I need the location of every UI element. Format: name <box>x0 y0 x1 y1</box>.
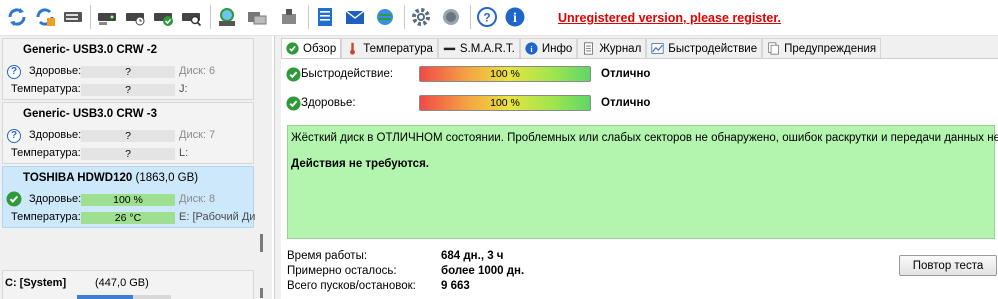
smart-icon <box>443 47 456 51</box>
health-label: Здоровье: <box>301 97 356 109</box>
tab-temperature[interactable]: Температура <box>341 38 438 58</box>
check-circle-icon <box>286 96 301 111</box>
unknown-status-icon: ? <box>7 129 21 143</box>
start-stop-value: 9 663 <box>441 280 470 292</box>
tab-overview[interactable]: Обзор <box>281 38 342 58</box>
performance-meter: 100 % <box>419 66 591 82</box>
disk-settings-icon[interactable] <box>94 4 120 30</box>
disk-number: Диск: 7 <box>179 129 216 141</box>
sound-icon[interactable] <box>438 4 464 30</box>
toolbar: ? i Unregistered version, please registe… <box>0 0 998 36</box>
disk-name: Generic- USB3.0 CRW -3 <box>23 108 157 120</box>
disk-card-selected[interactable]: TOSHIBA HDWD120 (1863,0 GB) Здоровье: 10… <box>2 166 256 228</box>
unregistered-link[interactable]: Unregistered version, please register. <box>558 11 781 25</box>
health-value: ? <box>81 66 175 78</box>
gear-icon[interactable] <box>408 4 434 30</box>
performance-label: Быстродействие: <box>301 68 394 80</box>
help-icon[interactable]: ? <box>474 4 500 30</box>
disk-number: Диск: 8 <box>179 193 216 205</box>
volume-item[interactable]: C: [System] (447,0 GB) <box>2 270 254 299</box>
svg-text:i: i <box>513 11 517 26</box>
disk-search-icon[interactable] <box>178 4 204 30</box>
disk-timer-icon[interactable] <box>122 4 148 30</box>
network-icon[interactable] <box>372 4 398 30</box>
uptime-label: Время работы: <box>287 250 368 262</box>
details-pane: Обзор Температура S.M.A.R.T. i Инфо Журн… <box>274 36 998 299</box>
refresh-all-icon[interactable] <box>32 4 58 30</box>
disk-name: Generic- USB3.0 CRW -2 <box>23 44 157 56</box>
tab-label: Предупреждения <box>784 42 877 55</box>
temperature-label: Температура: <box>11 83 81 95</box>
log-icon <box>584 42 594 55</box>
check-circle-icon <box>286 67 301 82</box>
volume-size: (447,0 GB) <box>95 277 149 289</box>
health-verdict: Отлично <box>601 97 651 109</box>
temperature-value: ? <box>81 84 175 96</box>
temperature-value: 26 °C <box>81 212 175 224</box>
temperature-label: Температура: <box>11 147 81 159</box>
disk-size: (1863,0 GB) <box>135 172 199 184</box>
start-stop-label: Всего пусков/остановок: <box>287 280 416 292</box>
check-circle-icon <box>6 191 22 207</box>
check-circle-icon <box>286 42 299 55</box>
tab-info[interactable]: i Инфо <box>519 38 578 58</box>
volume-list-scrollbar[interactable] <box>260 288 263 298</box>
drive-letter: L: <box>179 147 189 159</box>
disk-list-pane: Generic- USB3.0 CRW -2 ? Здоровье: ? Дис… <box>0 36 272 299</box>
temperature-value: ? <box>81 148 175 160</box>
health-label: Здоровье: <box>29 129 82 141</box>
chart-icon <box>651 43 664 54</box>
disk-check-icon[interactable] <box>150 4 176 30</box>
info-icon: i <box>525 42 538 55</box>
status-message: Жёсткий диск в ОТЛИЧНОМ состоянии. Пробл… <box>291 132 998 144</box>
disk-info-icon[interactable] <box>60 4 86 30</box>
disk-card[interactable]: Generic- USB3.0 CRW -2 ? Здоровье: ? Дис… <box>2 38 254 100</box>
tab-performance[interactable]: Быстродействие <box>646 38 763 58</box>
disk-name: TOSHIBA HDWD120 (1863,0 GB) <box>23 172 199 184</box>
drive-letter: E: [Рабочий Ди <box>179 211 256 223</box>
action-message: Действия не требуются. <box>291 158 429 170</box>
tab-label: Журнал <box>599 42 642 55</box>
remaining-label: Примерно осталось: <box>287 265 397 277</box>
overview-panel: Быстродействие: 100 % Отлично Здоровье: … <box>281 58 998 299</box>
health-value: 100 % <box>81 194 175 206</box>
disk-card[interactable]: Generic- USB3.0 CRW -3 ? Здоровье: ? Дис… <box>2 102 254 164</box>
tab-smart[interactable]: S.M.A.R.T. <box>437 38 520 58</box>
health-value: ? <box>81 130 175 142</box>
thermometer-icon <box>350 42 356 55</box>
refresh-icon[interactable] <box>4 4 30 30</box>
notes-icon[interactable] <box>312 4 338 30</box>
retest-button[interactable]: Повтор теста <box>899 255 997 276</box>
performance-verdict: Отлично <box>601 68 651 80</box>
disk-copy-icon[interactable] <box>244 4 270 30</box>
drive-letter: J: <box>179 83 188 95</box>
temperature-label: Температура: <box>11 211 81 223</box>
unknown-status-icon: ? <box>7 65 21 79</box>
tab-log[interactable]: Журнал <box>577 38 647 58</box>
disk-number: Диск: 6 <box>179 65 216 77</box>
tab-label: Инфо <box>541 42 573 55</box>
disk-remove-icon[interactable] <box>276 4 302 30</box>
tab-label: Быстродействие <box>668 42 758 55</box>
health-label: Здоровье: <box>29 193 82 205</box>
info-icon[interactable]: i <box>502 4 528 30</box>
network-disk-icon[interactable] <box>214 4 240 30</box>
disk-list-scrollbar[interactable] <box>260 234 263 252</box>
tab-bar: Обзор Температура S.M.A.R.T. i Инфо Журн… <box>281 38 882 58</box>
tab-label: Температура <box>363 42 433 55</box>
status-message-box: Жёсткий диск в ОТЛИЧНОМ состоянии. Пробл… <box>287 125 998 239</box>
health-meter: 100 % <box>419 95 591 111</box>
mail-icon[interactable] <box>342 4 368 30</box>
tab-label: Обзор <box>303 42 337 55</box>
svg-text:?: ? <box>483 11 490 25</box>
warnings-icon <box>768 42 779 55</box>
uptime-value: 684 дн., 3 ч <box>441 250 504 262</box>
volume-usage-bar <box>77 295 171 299</box>
tab-label: S.M.A.R.T. <box>459 42 515 55</box>
remaining-value: более 1000 дн. <box>441 265 525 277</box>
volume-label: C: [System] <box>5 277 67 289</box>
tab-warnings[interactable]: Предупреждения <box>762 38 882 58</box>
health-label: Здоровье: <box>29 65 82 77</box>
